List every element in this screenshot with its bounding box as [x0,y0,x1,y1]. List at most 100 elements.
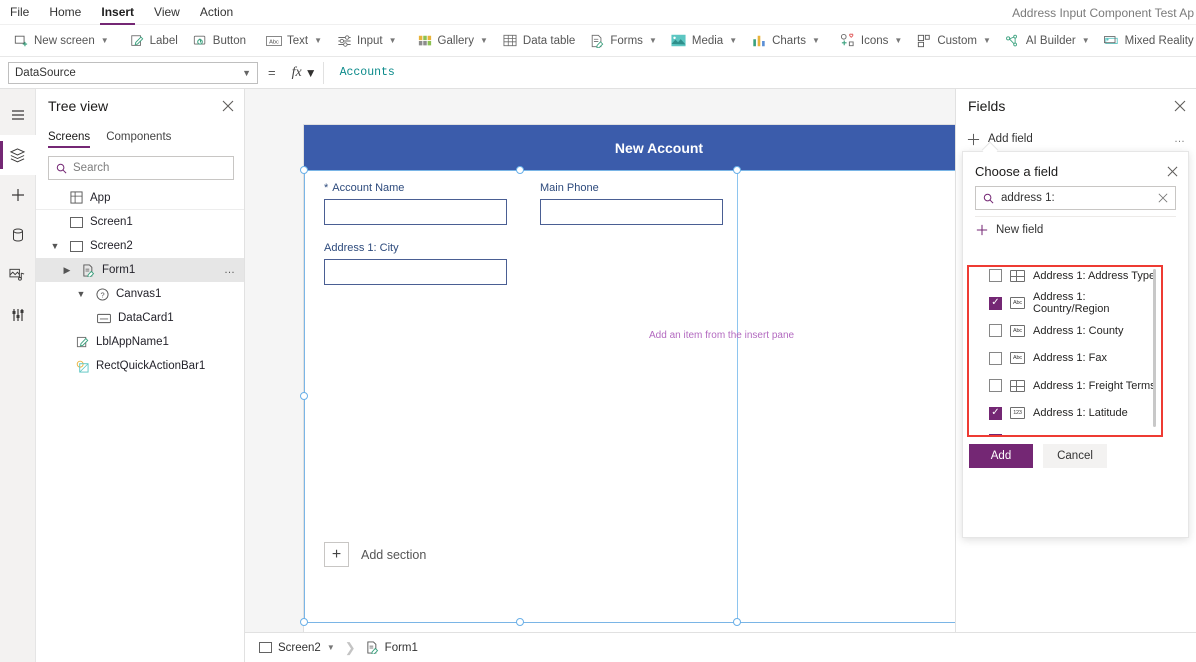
field-checkbox[interactable]: ✓ [989,406,1002,420]
field-row[interactable]: Abc Address 1: Fax [969,345,1161,373]
chevron-down-icon: ▼ [1081,36,1090,45]
fx-button[interactable]: fx ▼ [286,61,324,84]
menu-item-file[interactable]: File [0,0,39,25]
statusbar-control-selector[interactable]: Form1 [366,641,418,654]
ribbon-ai-builder[interactable]: AI Builder ▼ [998,28,1097,54]
field-label: Address 1: Longitude [1033,435,1137,436]
field-checkbox[interactable] [989,351,1002,365]
tree-node-datacard1[interactable]: DataCard1 [36,306,244,330]
ribbon-label: Label [149,34,178,47]
field-checkbox[interactable]: ✓ [989,434,1002,437]
ribbon-charts[interactable]: Charts ▼ [744,28,827,54]
clear-search-icon[interactable] [1158,193,1168,203]
menu-item-home[interactable]: Home [39,0,91,25]
chevron-down-icon[interactable]: ▼ [48,241,62,251]
selection-handle-top-left[interactable] [300,166,308,174]
data-card-address-1-city[interactable]: Address 1: City [324,242,507,285]
menu-item-insert[interactable]: Insert [91,0,144,25]
close-icon[interactable] [222,100,234,112]
selection-handle-bottom-right[interactable] [733,618,741,626]
tab-components[interactable]: Components [106,131,171,148]
chevron-down-icon[interactable]: ▼ [327,643,335,652]
insert-pane-hint: Add an item from the insert pane [649,330,795,341]
tree-node-lblappname1[interactable]: LblAppName1 [36,330,244,354]
menu-item-view[interactable]: View [144,0,190,25]
ribbon-input[interactable]: Input ▼ [329,28,404,54]
tree-node-screen2[interactable]: ▼ Screen2 [36,234,244,258]
data-card-input[interactable] [540,199,723,225]
data-card-main-phone[interactable]: Main Phone [540,182,723,225]
data-card-account-name[interactable]: * Account Name [324,182,507,225]
chevron-right-icon[interactable]: ▶ [60,265,74,276]
tree-node-rectquickactionbar1[interactable]: RectQuickActionBar1 [36,354,244,378]
advanced-tools-icon[interactable] [0,295,36,335]
app-header-bar: New Account [304,125,955,170]
add-button[interactable]: Add [969,444,1033,468]
ribbon-gallery[interactable]: Gallery ▼ [410,28,495,54]
tree-node-screen1[interactable]: Screen1 [36,210,244,234]
data-icon[interactable] [0,215,36,255]
form-column-divider [737,170,738,623]
field-checkbox[interactable] [989,324,1002,338]
property-select[interactable]: DataSource ▼ [8,61,258,84]
ribbon-icons[interactable]: Icons ▼ [833,28,909,54]
insert-icon[interactable] [0,175,36,215]
statusbar-screen-selector[interactable]: Screen2 ▼ [259,642,335,654]
more-options-icon[interactable]: … [1174,133,1186,145]
field-search-input[interactable]: address 1: [975,186,1176,210]
data-card-input[interactable] [324,259,507,285]
field-row[interactable]: ✓ 123 Address 1: Latitude [969,400,1161,428]
ribbon-new-screen[interactable]: New screen ▼ [6,28,116,54]
choose-a-field-callout: Choose a field address 1: New field Addr… [962,151,1189,538]
ribbon-button-control[interactable]: Button [185,28,253,54]
field-checkbox[interactable]: ✓ [989,296,1002,310]
data-card-label: Main Phone [540,182,599,194]
ribbon-label-control[interactable]: Label [122,28,185,54]
search-input[interactable]: Search [48,156,234,180]
tab-screens[interactable]: Screens [48,131,91,148]
ribbon-mixed-reality[interactable]: Mixed Reality ▼ [1097,28,1196,54]
selection-handle-bottom-center[interactable] [516,618,524,626]
field-row[interactable]: Address 1: Freight Terms [969,372,1161,400]
tree-view-icon[interactable] [0,135,36,175]
formula-input[interactable]: Accounts [332,62,1188,84]
required-asterisk-icon: * [324,182,329,194]
chevron-down-icon: ▼ [100,36,109,45]
field-checkbox[interactable] [989,379,1002,393]
media-library-icon[interactable] [0,255,36,295]
selection-handle-top-right[interactable] [733,166,741,174]
field-row[interactable]: Abc Address 1: County [969,317,1161,345]
ribbon-forms[interactable]: Forms ▼ [582,28,664,54]
data-card-input[interactable] [324,199,507,225]
menu-item-action[interactable]: Action [190,0,243,25]
tree-node-app[interactable]: App [36,186,244,210]
field-row[interactable]: Address 1: Address Type [969,267,1161,290]
svg-text:Abc: Abc [269,39,279,45]
number-type-icon: 123 [1010,407,1025,420]
field-row[interactable]: ✓ 123 Address 1: Longitude [969,427,1161,437]
ribbon-media[interactable]: Media ▼ [664,28,744,54]
add-section-button[interactable]: + Add section [324,542,426,567]
chevron-down-icon[interactable]: ▼ [74,289,88,299]
field-row[interactable]: ✓ Abc Address 1: Country/Region [969,290,1161,318]
ribbon-text[interactable]: Abc Text ▼ [259,28,329,54]
field-checkbox[interactable] [989,269,1002,283]
close-icon[interactable] [1174,100,1186,112]
selection-handle-middle-left[interactable] [300,392,308,400]
ribbon-custom[interactable]: Custom ▼ [909,28,998,54]
ribbon-data-table[interactable]: Data table [495,28,582,54]
ribbon-label: Data table [522,34,576,47]
search-icon [56,163,67,173]
more-options-icon[interactable]: … [224,264,236,276]
selection-handle-top-center[interactable] [516,166,524,174]
selection-handle-bottom-left[interactable] [300,618,308,626]
check-icon: ✓ [991,436,999,437]
tree-node-canvas1[interactable]: ▼ ? Canvas1 [36,282,244,306]
new-field-label: New field [996,224,1044,236]
field-list-scrollbar[interactable] [1153,269,1156,427]
close-icon[interactable] [1167,166,1178,177]
new-field-button[interactable]: New field [963,217,1188,243]
hamburger-menu-icon[interactable] [0,95,36,135]
cancel-button[interactable]: Cancel [1043,444,1107,468]
tree-node-form1[interactable]: ▶ Form1 … [36,258,244,282]
